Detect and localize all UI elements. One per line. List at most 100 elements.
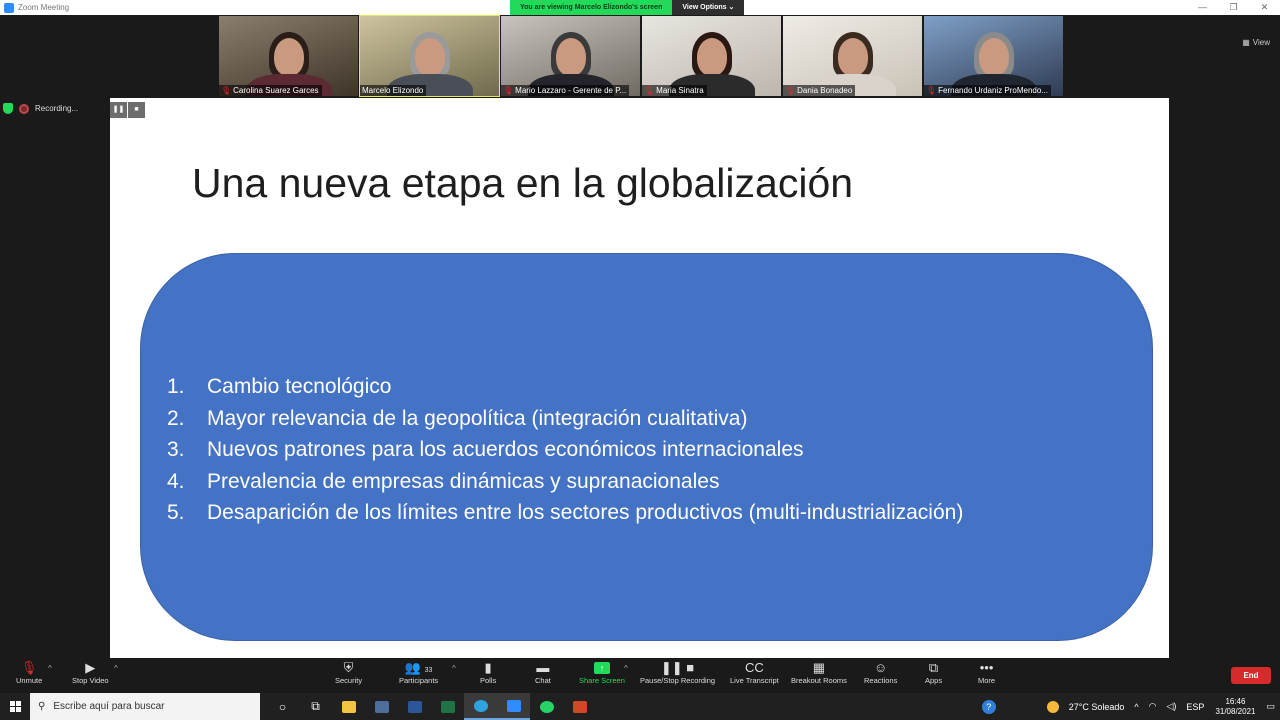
network-icon[interactable]: ◠ <box>1149 701 1157 712</box>
word-icon[interactable] <box>398 693 431 720</box>
pause-stop-recording-button[interactable]: ❚❚ ■ Pause/Stop Recording <box>640 660 715 685</box>
mic-muted-icon: 🎙 <box>221 86 232 95</box>
taskbar-search-box[interactable]: ⚲ Escribe aquí para buscar <box>30 693 260 720</box>
chevron-up-icon[interactable]: ^ <box>1134 702 1138 712</box>
powerpoint-icon[interactable] <box>563 693 596 720</box>
recording-controls: ❚❚ ■ <box>110 102 145 118</box>
point-text: Cambio tecnológico <box>207 375 392 398</box>
polls-chart-icon: ▮ <box>484 660 492 675</box>
list-item: 5. Desaparición de los límites entre los … <box>167 497 963 529</box>
screen-share-banner: You are viewing Marcelo Elizondo's scree… <box>510 0 745 15</box>
participant-tile[interactable]: Marcelo Elizondo <box>359 15 500 97</box>
participant-name: Fernando Urdaniz ProMendo... <box>938 86 1048 95</box>
polls-button[interactable]: ▮ Polls <box>480 660 496 685</box>
language-indicator[interactable]: ESP <box>1186 702 1204 712</box>
zoom-icon[interactable] <box>497 693 530 720</box>
mic-muted-icon: 🎙 <box>926 86 937 95</box>
encryption-shield-icon[interactable] <box>3 103 13 114</box>
edge-icon[interactable] <box>464 693 497 720</box>
participant-name-tag: 🎙 Maria Sinatra <box>642 85 707 96</box>
view-options-button[interactable]: View Options ⌄ <box>672 0 745 15</box>
zoom-app-icon <box>4 2 14 13</box>
participant-name: Dania Bonadeo <box>797 86 853 95</box>
participants-options-caret[interactable]: ^ <box>452 664 456 673</box>
weather-text[interactable]: 27°C Soleado <box>1069 702 1125 712</box>
share-screen-button[interactable]: ↑ Share Screen <box>579 660 625 685</box>
live-transcript-label: Live Transcript <box>730 676 779 685</box>
file-explorer-icon[interactable] <box>332 693 365 720</box>
apps-button[interactable]: ⧉ Apps <box>925 660 942 685</box>
recording-icon <box>19 103 29 114</box>
window-controls: — ❐ ✕ <box>1187 0 1280 15</box>
reactions-button[interactable]: ☺ Reactions <box>864 660 897 685</box>
participants-count: 33 <box>424 667 433 674</box>
clock-time: 16:46 <box>1225 696 1246 706</box>
start-button[interactable] <box>0 701 30 712</box>
participant-tile[interactable]: 🎙 Maria Sinatra <box>642 16 781 96</box>
task-view-icon[interactable]: ⧉ <box>299 693 332 720</box>
live-transcript-button[interactable]: CC Live Transcript <box>730 660 779 685</box>
participant-name-tag: 🎙 Carolina Suarez Garces <box>219 85 322 96</box>
taskbar-clock[interactable]: 16:46 31/08/2021 <box>1215 697 1255 717</box>
maximize-button[interactable]: ❐ <box>1218 0 1249 15</box>
volume-icon[interactable]: ◁) <box>1167 701 1177 712</box>
more-button[interactable]: ••• More <box>978 660 995 685</box>
system-tray: ? 27°C Soleado ^ ◠ ◁) ESP 16:46 31/08/20… <box>977 693 1280 720</box>
security-button[interactable]: ⛨ Security <box>335 660 362 685</box>
participant-face <box>696 38 727 76</box>
mic-muted-icon: 🎙 <box>785 86 796 95</box>
cortana-icon[interactable]: ○ <box>266 693 299 720</box>
calculator-icon[interactable] <box>365 693 398 720</box>
point-number: 1. <box>167 375 185 398</box>
participant-strip: 🎙 Carolina Suarez Garces Marcelo Elizondo… <box>219 15 1063 97</box>
pause-recording-button[interactable]: ❚❚ <box>110 102 127 118</box>
help-icon[interactable]: ? <box>981 699 996 714</box>
taskbar-apps: ○ ⧉ <box>266 693 596 720</box>
ellipsis-icon: ••• <box>979 660 994 675</box>
list-item: 1. Cambio tecnológico <box>167 371 963 403</box>
windows-logo-icon <box>9 701 21 712</box>
end-meeting-button[interactable]: End <box>1231 667 1271 684</box>
participant-face <box>273 38 304 76</box>
excel-icon[interactable] <box>431 693 464 720</box>
point-number: 2. <box>167 406 185 430</box>
notification-icon[interactable]: ▭ <box>1266 701 1275 712</box>
more-label: More <box>978 676 996 685</box>
minimize-button[interactable]: — <box>1187 0 1218 15</box>
pause-recording-label: Pause/Stop Recording <box>640 676 716 685</box>
stop-video-button[interactable]: ▶ Stop Video <box>72 660 109 685</box>
close-button[interactable]: ✕ <box>1249 0 1280 15</box>
share-options-caret[interactable]: ^ <box>624 664 628 673</box>
participant-tile[interactable]: 🎙 Carolina Suarez Garces <box>219 16 358 96</box>
stop-recording-button[interactable]: ■ <box>128 102 145 118</box>
search-icon: ⚲ <box>38 701 46 712</box>
audio-options-caret[interactable]: ^ <box>48 664 52 673</box>
search-placeholder: Escribe aquí para buscar <box>53 701 165 712</box>
reactions-label: Reactions <box>864 676 898 685</box>
participant-tile[interactable]: 🎙 Mario Lazzaro - Gerente de P... <box>501 16 640 96</box>
participant-tile[interactable]: 🎙 Fernando Urdaniz ProMendo... <box>924 16 1063 96</box>
shared-slide: Una nueva etapa en la globalización 1. Ca… <box>110 98 1169 658</box>
video-camera-icon: ▶ <box>85 660 96 675</box>
breakout-rooms-button[interactable]: ▦ Breakout Rooms <box>791 660 847 685</box>
list-item: 3. Nuevos patrones para los acuerdos econ… <box>167 434 963 466</box>
participant-tile[interactable]: 🎙 Dania Bonadeo <box>783 16 922 96</box>
participant-name-tag: 🎙 Dania Bonadeo <box>783 85 856 96</box>
breakout-rooms-label: Breakout Rooms <box>791 676 847 685</box>
participant-face <box>414 38 445 76</box>
point-number: 3. <box>167 438 185 462</box>
point-number: 5. <box>167 501 185 525</box>
participants-button[interactable]: 👥 33 Participants <box>399 660 438 685</box>
view-button[interactable]: ▦ View <box>1242 38 1270 47</box>
chat-bubble-icon: ▬ <box>536 660 550 675</box>
point-text: Prevalencia de empresas dinámicas y supr… <box>207 469 720 493</box>
unmute-label: Unmute <box>16 676 43 685</box>
apps-icon: ⧉ <box>928 660 939 675</box>
whatsapp-icon[interactable] <box>530 693 563 720</box>
chat-button[interactable]: ▬ Chat <box>535 660 551 685</box>
unmute-button[interactable]: 🎙 Unmute <box>16 660 42 685</box>
polls-label: Polls <box>480 676 497 685</box>
video-options-caret[interactable]: ^ <box>114 664 118 673</box>
windows-taskbar: ⚲ Escribe aquí para buscar ○ ⧉ ? 27°C So… <box>0 693 1280 720</box>
smiley-icon: ☺ <box>874 660 888 675</box>
